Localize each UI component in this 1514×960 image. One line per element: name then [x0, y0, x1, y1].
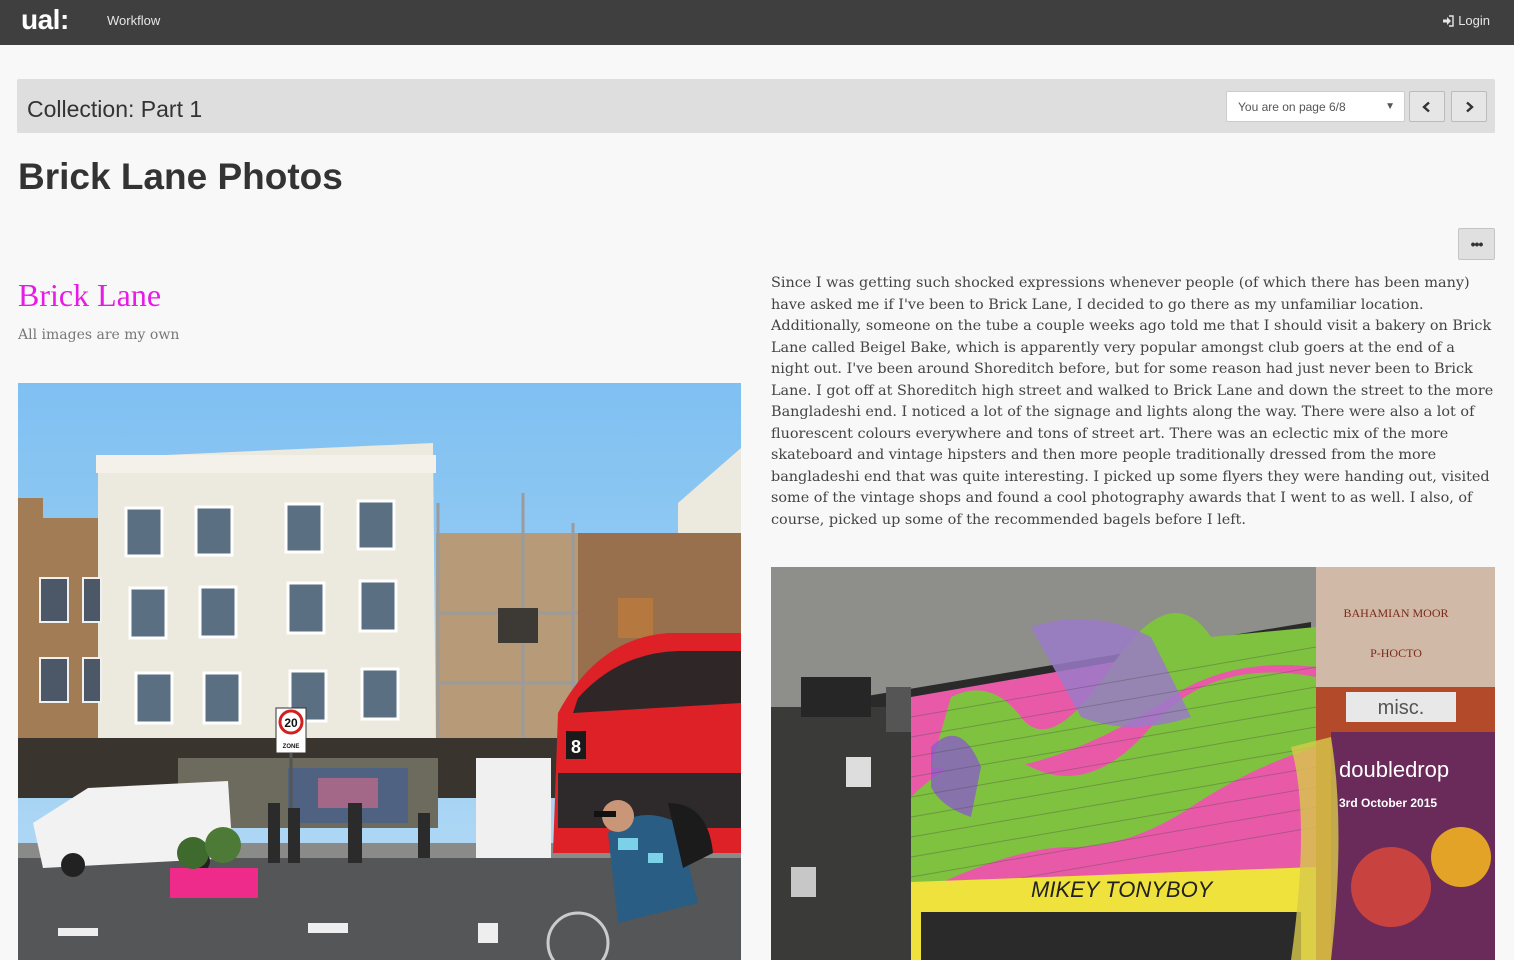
poster-brand: doubledrop [1339, 757, 1449, 782]
speed-sign-number: 20 [284, 716, 298, 730]
article-body-text: Since I was getting such shocked express… [771, 275, 1494, 528]
sign-in-icon [1443, 14, 1454, 27]
poster-top-line-2: P-HOCTO [1370, 646, 1422, 660]
chevron-right-icon [1466, 101, 1474, 112]
poster-misc-label: misc. [1378, 697, 1425, 719]
caret-down-icon: ▼ [1385, 101, 1395, 112]
previous-page-button[interactable] [1409, 91, 1445, 122]
speed-sign-zone: ZONE [283, 744, 300, 750]
more-options-button[interactable]: ••• [1458, 228, 1495, 260]
chevron-left-icon [1422, 101, 1430, 112]
collection-bar: Collection: Part 1 You are on page 6/8 ▼ [17, 79, 1495, 133]
login-link[interactable]: Login [1442, 13, 1490, 28]
section-title: Brick Lane [18, 277, 162, 313]
login-label: Login [1458, 13, 1490, 28]
poster-date: 3rd October 2015 [1339, 796, 1437, 810]
ual-logo[interactable]: ual: [21, 4, 69, 36]
bus-route-number: 8 [571, 737, 581, 757]
collection-title: Collection: Part 1 [27, 96, 203, 122]
page-select-value: You are on page 6/8 [1238, 100, 1346, 114]
top-navbar: ual: Workflow Login [0, 0, 1514, 45]
page-title: Brick Lane Photos [18, 156, 343, 197]
poster-top-line-1: BAHAMIAN MOOR [1343, 606, 1448, 620]
brick-lane-street-photo: 20 ZONE 8 [18, 383, 741, 960]
page-select[interactable]: You are on page 6/8 ▼ [1226, 91, 1405, 122]
nav-workflow-link[interactable]: Workflow [107, 13, 160, 28]
graffiti-tag-text: MIKEY TONYBOY [1031, 877, 1214, 902]
next-page-button[interactable] [1451, 91, 1487, 122]
graffiti-shutter-photo: MIKEY TONYBOY BAHAMIAN MOOR P-HOCTO misc… [771, 567, 1495, 960]
section-subtitle: All images are my own [18, 327, 180, 343]
